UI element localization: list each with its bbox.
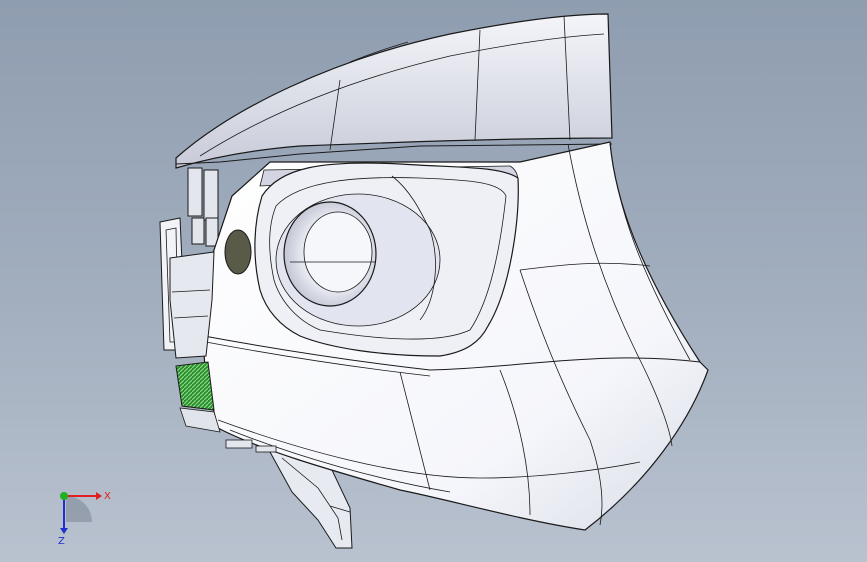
graphics-viewport[interactable]: X Z (0, 0, 867, 562)
x-axis-arrow-icon (96, 492, 102, 500)
y-axis-origin-icon (60, 492, 68, 500)
view-orientation-triad[interactable]: X Z (44, 478, 114, 548)
top-ridge[interactable] (175, 13, 613, 169)
bumper-3d-model[interactable] (0, 0, 867, 562)
left-flange[interactable] (169, 251, 215, 359)
z-axis-arrow-icon (60, 528, 68, 534)
x-axis-label: X (104, 491, 111, 502)
parking-sensor-cap[interactable] (224, 229, 252, 275)
fog-lamp-bore[interactable] (283, 201, 377, 307)
triad-shadow (66, 496, 92, 522)
z-axis-label: Z (58, 536, 65, 547)
